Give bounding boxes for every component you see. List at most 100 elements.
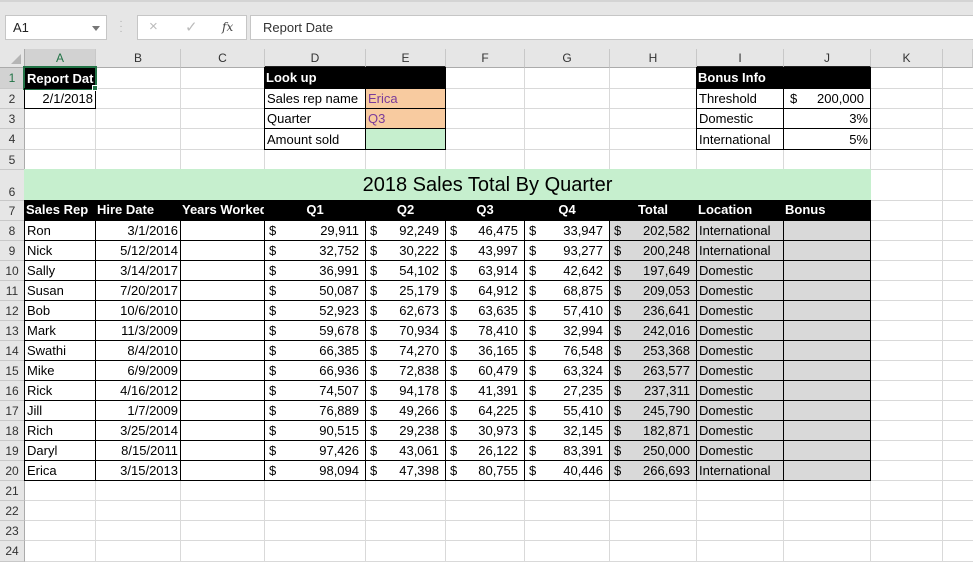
total-cell[interactable]: $182,871 [609, 420, 697, 441]
column-header-a[interactable]: A [25, 49, 96, 68]
select-all-button[interactable] [0, 49, 25, 68]
lookup-value-input[interactable]: Q3 [365, 108, 446, 129]
q3-cell[interactable]: $36,165 [445, 340, 525, 361]
q1-cell[interactable]: $50,087 [264, 280, 366, 301]
total-cell[interactable]: $266,693 [609, 460, 697, 481]
sales-rep-cell[interactable]: Sally [24, 260, 96, 281]
total-cell[interactable]: $263,577 [609, 360, 697, 381]
column-header-l[interactable] [943, 49, 973, 68]
chevron-down-icon[interactable] [92, 26, 100, 31]
q1-cell[interactable]: $66,936 [264, 360, 366, 381]
bonus-cell[interactable] [783, 320, 871, 341]
sales-rep-cell[interactable]: Nick [24, 240, 96, 261]
row-header-17[interactable]: 17 [0, 401, 25, 421]
hire-date-cell[interactable]: 11/3/2009 [95, 320, 181, 341]
cancel-icon[interactable]: × [149, 18, 158, 35]
hire-date-cell[interactable]: 10/6/2010 [95, 300, 181, 321]
location-cell[interactable]: International [696, 240, 784, 261]
bonus-cell[interactable] [783, 420, 871, 441]
years-worked-cell[interactable] [180, 220, 265, 241]
table-header-total[interactable]: Total [609, 200, 697, 221]
location-cell[interactable]: Domestic [696, 420, 784, 441]
sales-rep-cell[interactable]: Susan [24, 280, 96, 301]
q3-cell[interactable]: $64,225 [445, 400, 525, 421]
q3-cell[interactable]: $43,997 [445, 240, 525, 261]
bonus-cell[interactable] [783, 240, 871, 261]
sales-title-band[interactable]: 2018 Sales Total By Quarter [24, 169, 871, 201]
q2-cell[interactable]: $72,838 [365, 360, 446, 381]
row-header-6[interactable]: 6 [0, 170, 25, 201]
years-worked-cell[interactable] [180, 460, 265, 481]
sales-rep-cell[interactable]: Daryl [24, 440, 96, 461]
fill-handle[interactable] [92, 85, 98, 91]
bonus-cell[interactable] [783, 360, 871, 381]
sales-rep-cell[interactable]: Ron [24, 220, 96, 241]
q1-cell[interactable]: $98,094 [264, 460, 366, 481]
row-header-16[interactable]: 16 [0, 381, 25, 401]
q4-cell[interactable]: $33,947 [524, 220, 610, 241]
q4-cell[interactable]: $63,324 [524, 360, 610, 381]
q4-cell[interactable]: $57,410 [524, 300, 610, 321]
column-header-k[interactable]: K [871, 49, 943, 68]
years-worked-cell[interactable] [180, 260, 265, 281]
hire-date-cell[interactable]: 3/1/2016 [95, 220, 181, 241]
total-cell[interactable]: $197,649 [609, 260, 697, 281]
sales-rep-cell[interactable]: Rick [24, 380, 96, 401]
q2-cell[interactable]: $47,398 [365, 460, 446, 481]
years-worked-cell[interactable] [180, 380, 265, 401]
table-header-q2[interactable]: Q2 [365, 200, 446, 221]
domestic-rate[interactable]: 3% [783, 108, 871, 129]
lookup-value-input[interactable]: Erica [365, 88, 446, 109]
q2-cell[interactable]: $49,266 [365, 400, 446, 421]
row-header-9[interactable]: 9 [0, 241, 25, 261]
q4-cell[interactable]: $40,446 [524, 460, 610, 481]
location-cell[interactable]: Domestic [696, 260, 784, 281]
sales-rep-cell[interactable]: Erica [24, 460, 96, 481]
column-header-g[interactable]: G [525, 49, 610, 68]
bonus-cell[interactable] [783, 400, 871, 421]
check-icon[interactable]: ✓ [185, 18, 198, 36]
q4-cell[interactable]: $32,994 [524, 320, 610, 341]
total-cell[interactable]: $202,582 [609, 220, 697, 241]
q4-cell[interactable]: $27,235 [524, 380, 610, 401]
row-header-14[interactable]: 14 [0, 341, 25, 361]
row-header-23[interactable]: 23 [0, 521, 25, 541]
q3-cell[interactable]: $63,635 [445, 300, 525, 321]
q4-cell[interactable]: $42,642 [524, 260, 610, 281]
row-header-10[interactable]: 10 [0, 261, 25, 281]
location-cell[interactable]: Domestic [696, 340, 784, 361]
q3-cell[interactable]: $60,479 [445, 360, 525, 381]
column-header-f[interactable]: F [446, 49, 525, 68]
location-cell[interactable]: Domestic [696, 400, 784, 421]
total-cell[interactable]: $236,641 [609, 300, 697, 321]
q3-cell[interactable]: $41,391 [445, 380, 525, 401]
row-header-1[interactable]: 1 [0, 68, 25, 89]
q1-cell[interactable]: $32,752 [264, 240, 366, 261]
q1-cell[interactable]: $97,426 [264, 440, 366, 461]
years-worked-cell[interactable] [180, 440, 265, 461]
q2-cell[interactable]: $92,249 [365, 220, 446, 241]
years-worked-cell[interactable] [180, 280, 265, 301]
location-cell[interactable]: Domestic [696, 440, 784, 461]
years-worked-cell[interactable] [180, 240, 265, 261]
column-header-c[interactable]: C [181, 49, 265, 68]
row-header-15[interactable]: 15 [0, 361, 25, 381]
sales-rep-cell[interactable]: Rich [24, 420, 96, 441]
bonus-cell[interactable] [783, 300, 871, 321]
q4-cell[interactable]: $83,391 [524, 440, 610, 461]
column-header-e[interactable]: E [366, 49, 446, 68]
q1-cell[interactable]: $74,507 [264, 380, 366, 401]
row-header-12[interactable]: 12 [0, 301, 25, 321]
hire-date-cell[interactable]: 8/4/2010 [95, 340, 181, 361]
column-header-i[interactable]: I [697, 49, 784, 68]
q4-cell[interactable]: $32,145 [524, 420, 610, 441]
q2-cell[interactable]: $25,179 [365, 280, 446, 301]
row-header-7[interactable]: 7 [0, 201, 25, 221]
table-header-q3[interactable]: Q3 [445, 200, 525, 221]
lookup-title[interactable]: Look up [264, 67, 446, 89]
q4-cell[interactable]: $93,277 [524, 240, 610, 261]
bonus-cell[interactable] [783, 340, 871, 361]
total-cell[interactable]: $200,248 [609, 240, 697, 261]
row-header-21[interactable]: 21 [0, 481, 25, 501]
row-header-13[interactable]: 13 [0, 321, 25, 341]
